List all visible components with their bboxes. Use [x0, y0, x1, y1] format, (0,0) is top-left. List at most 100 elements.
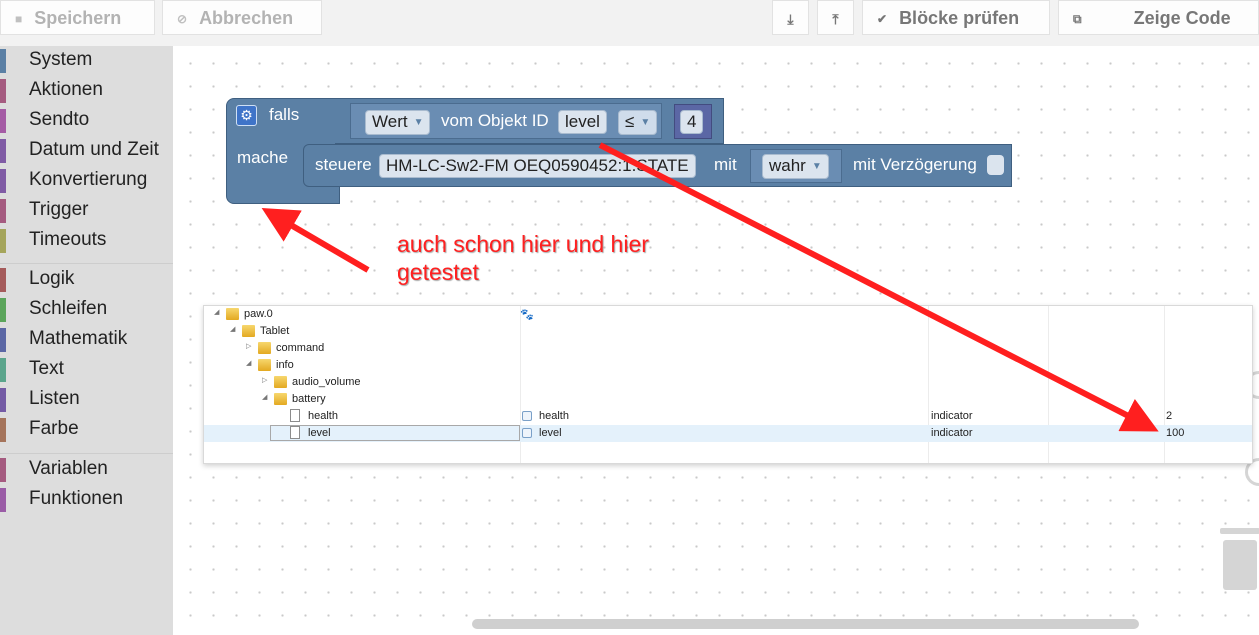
category-farbe[interactable]: Farbe [0, 414, 173, 444]
compare-value-field[interactable]: 4 [680, 110, 704, 134]
save-button[interactable]: ■ Speichern [0, 0, 155, 35]
category-label: Aktionen [29, 79, 103, 100]
category-color-bar [0, 328, 6, 352]
tree-row[interactable]: ◢ battery [204, 391, 1252, 408]
category-label: System [29, 49, 93, 70]
category-schleifen[interactable]: Schleifen [0, 294, 173, 324]
with-value-dropdown[interactable]: wahr ▼ [762, 154, 829, 179]
cancel-button[interactable]: ⊘ Abbrechen [162, 0, 322, 35]
horizontal-scrollbar[interactable] [472, 619, 1139, 629]
tree-row[interactable]: ▷ command [204, 340, 1252, 357]
do-label: mache [237, 148, 289, 167]
category-label: Logik [29, 268, 75, 289]
cancel-icon: ⊘ [177, 12, 188, 26]
collapse-icon[interactable]: ◢ [214, 308, 219, 316]
tree-node-name: battery [292, 393, 326, 405]
category-listen[interactable]: Listen [0, 384, 173, 414]
control-target-field[interactable]: HM-LC-Sw2-FM OEQ0590452:1.STATE [379, 154, 696, 178]
operator-dropdown[interactable]: ≤ ▼ [618, 110, 658, 135]
collapse-icon[interactable]: ◢ [246, 359, 251, 367]
tree-row[interactable]: ◢ paw.0 [204, 306, 1252, 323]
tree-node-name: audio_volume [292, 376, 361, 388]
save-icon: ■ [15, 12, 23, 26]
category-system[interactable]: System [0, 45, 173, 75]
collapse-icon[interactable]: ◢ [230, 325, 235, 333]
category-text[interactable]: Text [0, 354, 173, 384]
collapse-icon[interactable]: ◢ [262, 393, 267, 401]
category-trigger[interactable]: Trigger [0, 195, 173, 225]
code-icon: ⧉ [1073, 12, 1082, 26]
state-icon [522, 428, 532, 438]
category-color-bar [0, 388, 6, 412]
category-label: Farbe [29, 418, 79, 439]
chevron-down-icon: ▼ [413, 117, 424, 128]
tree-role: indicator [931, 427, 973, 439]
folder-icon [226, 308, 239, 320]
annotation-text: auch schon hier und hier getestet [397, 231, 649, 285]
expand-icon[interactable]: ▷ [246, 342, 251, 350]
import-button[interactable]: ⤒ [817, 0, 854, 35]
toolbar: ■ Speichern ⊘ Abbrechen ⤓ ⤒ ✔ Blöcke prüfen… [0, 0, 1259, 46]
category-color-bar [0, 488, 6, 512]
category-label: Timeouts [29, 229, 107, 250]
delay-checkbox[interactable] [987, 155, 1004, 175]
tree-role: indicator [931, 410, 973, 422]
gear-icon[interactable]: ⚙ [236, 105, 257, 126]
trash-icon[interactable] [1220, 528, 1259, 590]
tree-node-name: command [276, 342, 325, 354]
file-icon [290, 409, 300, 422]
export-button[interactable]: ⤓ [772, 0, 809, 35]
category-label: Datum und Zeit [29, 139, 159, 160]
category-label: Funktionen [29, 488, 124, 509]
category-datum-und-zeit[interactable]: Datum und Zeit [0, 135, 173, 165]
tree-row[interactable]: health health indicator 2 [204, 408, 1252, 425]
category-label: Schleifen [29, 298, 108, 319]
category-color-bar [0, 109, 6, 133]
object-tree-screenshot: 🐾 ◢ paw.0 ◢ Tablet ▷ command ◢ info ▷ audio_volum… [203, 305, 1253, 464]
category-funktionen[interactable]: Funktionen [0, 484, 173, 514]
category-mathematik[interactable]: Mathematik [0, 324, 173, 354]
category-aktionen[interactable]: Aktionen [0, 75, 173, 105]
tree-row[interactable]: ◢ info [204, 357, 1252, 374]
tree-row[interactable]: ▷ audio_volume [204, 374, 1252, 391]
tree-node-name: health [308, 410, 338, 422]
category-label: Sendto [29, 109, 90, 130]
check-icon: ✔ [877, 12, 888, 26]
tree-row[interactable]: level level indicator 100 [204, 425, 1252, 442]
category-color-bar [0, 139, 6, 163]
download-icon: ⤓ [787, 11, 794, 27]
expand-icon[interactable]: ▷ [262, 376, 267, 384]
category-variablen[interactable]: Variablen [0, 454, 173, 484]
object-id-field[interactable]: level [558, 110, 607, 134]
tree-value: 100 [1166, 427, 1185, 439]
folder-icon [258, 359, 271, 371]
category-color-bar [0, 229, 6, 253]
upload-icon: ⤒ [832, 11, 839, 27]
category-separator [0, 263, 173, 264]
category-konvertierung[interactable]: Konvertierung [0, 165, 173, 195]
show-code-button[interactable]: ⧉ Zeige Code [1058, 0, 1259, 35]
category-color-bar [0, 199, 6, 223]
category-color-bar [0, 169, 6, 193]
category-timeouts[interactable]: Timeouts [0, 225, 173, 255]
category-sidebar: System Aktionen Sendto Datum und Zeit Konver… [0, 46, 173, 635]
state-icon [522, 411, 532, 421]
category-color-bar [0, 458, 6, 482]
chevron-down-icon: ▼ [811, 161, 822, 172]
folder-icon [242, 325, 255, 337]
category-color-bar [0, 79, 6, 103]
folder-icon [274, 393, 287, 405]
tree-value: 2 [1166, 410, 1173, 422]
check-blocks-button[interactable]: ✔ Blöcke prüfen [862, 0, 1050, 35]
selected-cell-outline [270, 425, 520, 441]
category-sendto[interactable]: Sendto [0, 105, 173, 135]
with-label: mit [714, 155, 737, 174]
tree-object-name: level [539, 427, 562, 439]
category-logik[interactable]: Logik [0, 264, 173, 294]
tree-node-name: paw.0 [244, 308, 273, 320]
value-dropdown[interactable]: Wert ▼ [365, 110, 431, 135]
category-color-bar [0, 298, 6, 322]
tree-row[interactable]: ◢ Tablet [204, 323, 1252, 340]
if-label: falls [269, 105, 300, 124]
folder-icon [274, 376, 287, 388]
